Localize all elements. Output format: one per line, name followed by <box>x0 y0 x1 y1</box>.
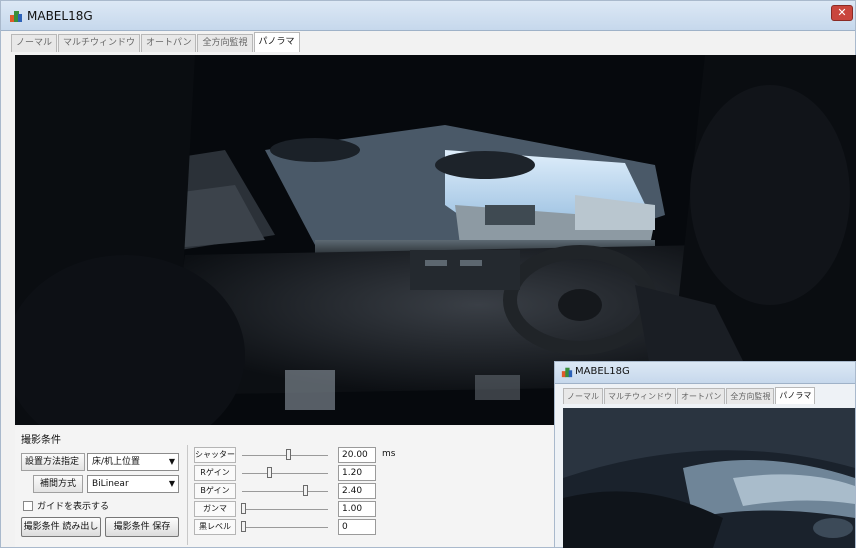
interpolation-select[interactable]: BiLinear ▼ <box>87 475 179 493</box>
guide-checkbox-label: ガイドを表示する <box>37 502 110 512</box>
load-settings-button[interactable]: 撮影条件 読み出し <box>21 517 101 537</box>
tab-multiwindow[interactable]: マルチウィンドウ <box>604 388 676 404</box>
slider-label: 黒レベル <box>194 519 236 535</box>
dropdown-arrow-icon: ▼ <box>168 479 175 488</box>
tab-panorama[interactable]: パノラマ <box>253 32 300 52</box>
slider-unit: ms <box>382 449 396 459</box>
tab-omnidirectional[interactable]: 全方向監視 <box>726 388 775 404</box>
tab-normal[interactable]: ノーマル <box>11 34 58 52</box>
interpolation-label: 補間方式 <box>33 475 83 493</box>
slider-track[interactable] <box>242 455 328 456</box>
tab-autopan[interactable]: オートパン <box>141 34 197 52</box>
slider-row-shutter: シャッター 20.00 ms <box>194 447 396 463</box>
section-title: 撮影条件 <box>21 435 61 446</box>
tab-normal[interactable]: ノーマル <box>563 388 603 404</box>
slider-group: シャッター 20.00 ms Rゲイン 1.20 Bゲイン 2.40 ガンマ 1… <box>187 445 395 545</box>
secondary-video-view[interactable] <box>563 408 855 548</box>
tab-panorama[interactable]: パノラマ <box>775 387 816 404</box>
save-settings-button[interactable]: 撮影条件 保存 <box>105 517 179 537</box>
slider-thumb[interactable] <box>286 449 292 460</box>
tab-omnidirectional[interactable]: 全方向監視 <box>197 34 253 52</box>
close-icon: ✕ <box>837 6 847 19</box>
slider-row-gamma: ガンマ 1.00 <box>194 501 394 517</box>
slider-label: シャッター <box>194 447 236 463</box>
guide-checkbox[interactable] <box>23 500 33 511</box>
install-method-select[interactable]: 床/机上位置 ▼ <box>87 453 179 471</box>
slider-value[interactable]: 1.00 <box>338 501 376 517</box>
secondary-title-bar[interactable]: MABEL18G <box>555 362 855 384</box>
slider-label: Rゲイン <box>194 465 236 481</box>
slider-value[interactable]: 20.00 <box>338 447 376 463</box>
slider-value[interactable]: 0 <box>338 519 376 535</box>
slider-thumb[interactable] <box>240 521 246 532</box>
slider-track[interactable] <box>242 473 328 474</box>
slider-label: Bゲイン <box>194 483 236 499</box>
install-method-label: 設置方法指定 <box>21 453 85 471</box>
app-icon <box>10 11 22 22</box>
window-title: MABEL18G <box>27 9 93 23</box>
slider-value[interactable]: 1.20 <box>338 465 376 481</box>
slider-track[interactable] <box>242 527 328 528</box>
dropdown-arrow-icon: ▼ <box>168 457 175 466</box>
app-icon <box>561 367 573 378</box>
slider-value[interactable]: 2.40 <box>338 483 376 499</box>
slider-thumb[interactable] <box>267 467 273 478</box>
capture-settings-panel: 撮影条件 設置方法指定 床/机上位置 ▼ 補間方式 BiLinear ▼ ガイドを表… <box>15 427 555 547</box>
close-button[interactable]: ✕ <box>831 5 853 21</box>
slider-row-b-gain: Bゲイン 2.40 <box>194 483 394 499</box>
secondary-window-title: MABEL18G <box>575 366 630 377</box>
guide-checkbox-row[interactable]: ガイドを表示する <box>23 499 109 512</box>
slider-row-black-level: 黒レベル 0 <box>194 519 394 535</box>
tab-multiwindow[interactable]: マルチウィンドウ <box>58 34 141 52</box>
title-bar[interactable]: MABEL18G ✕ <box>1 1 855 31</box>
slider-track[interactable] <box>242 509 328 510</box>
slider-label: ガンマ <box>194 501 236 517</box>
tab-autopan[interactable]: オートパン <box>677 388 726 404</box>
slider-row-r-gain: Rゲイン 1.20 <box>194 465 394 481</box>
slider-track[interactable] <box>242 491 328 492</box>
view-tabs: ノーマル マルチウィンドウ オートパン 全方向監視 パノラマ <box>11 32 301 52</box>
slider-thumb[interactable] <box>302 485 308 496</box>
secondary-view-tabs: ノーマル マルチウィンドウ オートパン 全方向監視 パノラマ <box>563 387 816 404</box>
secondary-window: MABEL18G ノーマル マルチウィンドウ オートパン 全方向監視 パノラマ <box>554 361 856 548</box>
slider-thumb[interactable] <box>240 503 246 514</box>
car-ceiling-image <box>563 408 855 548</box>
